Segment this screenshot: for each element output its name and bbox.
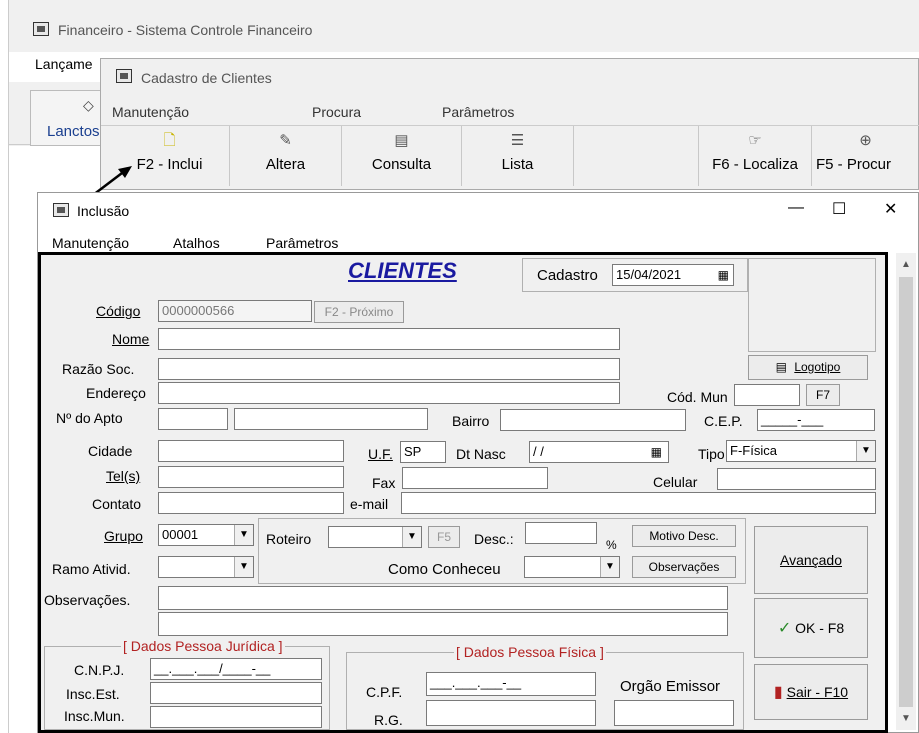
- close-button[interactable]: ✕: [884, 199, 897, 219]
- lista-label: Lista: [501, 156, 534, 173]
- zoom-icon: ⊕: [859, 132, 872, 149]
- minimize-button[interactable]: —: [788, 199, 804, 217]
- list-icon: ☰: [510, 132, 525, 149]
- altera-label: Altera: [265, 156, 306, 173]
- localiza-label: F6 - Localiza: [712, 156, 798, 173]
- query-icon: ▤: [394, 132, 409, 149]
- left-edge-strip: [0, 0, 9, 733]
- lista-button[interactable]: ☰ Lista: [462, 126, 574, 186]
- new-doc-icon: 🗋: [163, 132, 176, 149]
- inclusao-window-title: Inclusão: [77, 203, 130, 219]
- consulta-label: Consulta: [371, 156, 432, 173]
- inclusao-menu-atalhos[interactable]: Atalhos: [173, 235, 220, 251]
- scroll-down-icon[interactable]: ▼: [901, 713, 911, 724]
- inclusao-menu-parametros[interactable]: Parâmetros: [266, 235, 338, 251]
- lanctos-label: Lanctos: [47, 123, 100, 140]
- clientes-window-title: Cadastro de Clientes: [141, 70, 272, 86]
- lanctos-icon: ◇: [83, 97, 94, 113]
- clientes-menu-manutencao[interactable]: Manutenção: [112, 104, 189, 120]
- procura-label: F5 - Procur: [816, 156, 892, 173]
- procura-button[interactable]: ⊕ F5 - Procur: [812, 126, 919, 186]
- clientes-window-icon: [116, 69, 132, 83]
- scroll-up-icon[interactable]: ▲: [901, 259, 911, 270]
- lanctos-button[interactable]: ◇ Lanctos: [30, 90, 110, 146]
- main-window-title: Financeiro - Sistema Controle Financeiro: [58, 22, 313, 38]
- consulta-button[interactable]: ▤ Consulta: [342, 126, 462, 186]
- maximize-button[interactable]: ☐: [832, 199, 846, 219]
- clientes-menu-parametros[interactable]: Parâmetros: [442, 104, 514, 120]
- altera-button[interactable]: ✎ Altera: [230, 126, 342, 186]
- scroll-thumb[interactable]: [899, 277, 913, 707]
- locate-icon: ☞: [748, 132, 762, 149]
- localiza-button[interactable]: ☞ F6 - Localiza: [698, 126, 812, 186]
- inclusao-menu-manutencao[interactable]: Manutenção: [52, 235, 129, 251]
- highlight-frame: [38, 252, 888, 733]
- clientes-menu-procura[interactable]: Procura: [312, 104, 361, 120]
- vertical-scrollbar[interactable]: ▲ ▼: [896, 253, 916, 730]
- edit-icon: ✎: [279, 132, 292, 149]
- main-menu-lancamentos[interactable]: Lançame: [35, 56, 93, 72]
- app-icon: [33, 22, 49, 36]
- inclusao-window-icon: [53, 203, 69, 217]
